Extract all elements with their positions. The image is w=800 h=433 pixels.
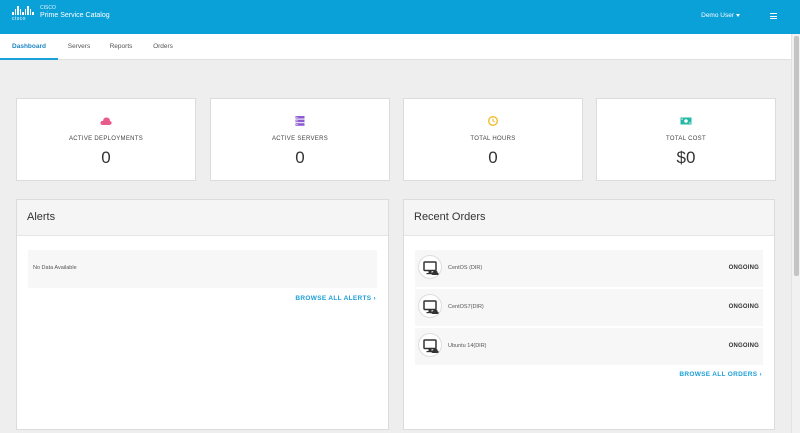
tab-servers[interactable]: Servers (60, 34, 98, 60)
hamburger-menu-icon[interactable] (770, 13, 777, 19)
clock-icon (488, 116, 498, 126)
cisco-bars-icon (12, 6, 34, 15)
order-row[interactable]: CentOS (DIR) ONGOING (415, 250, 763, 287)
browse-all-alerts-link[interactable]: BROWSE ALL ALERTS › (295, 295, 376, 302)
order-row[interactable]: Ubuntu 14(DIR) ONGOING (415, 328, 763, 365)
brand-title: Prime Service Catalog (40, 12, 110, 19)
tab-dashboard[interactable]: Dashboard (0, 34, 58, 60)
order-name: CentOS (DIR) (448, 265, 483, 271)
user-name: Demo User (701, 12, 734, 19)
order-status: ONGOING (728, 304, 759, 310)
alerts-title: Alerts (27, 211, 56, 223)
stat-label: TOTAL COST (666, 136, 706, 142)
logo-word: cisco (12, 16, 26, 22)
cisco-logo[interactable]: cisco (12, 6, 34, 22)
recent-orders-panel: Recent Orders CentOS (DIR) ONGOING CentO… (403, 199, 775, 430)
no-data-text: No Data Available (33, 265, 77, 271)
nav-tabs: Dashboard Servers Reports Orders (0, 34, 800, 60)
order-name: Ubuntu 14(DIR) (448, 343, 487, 349)
top-header: cisco CISCO Prime Service Catalog Demo U… (0, 0, 800, 34)
stat-card-deployments: ACTIVE DEPLOYMENTS 0 (16, 98, 196, 181)
caret-down-icon (736, 14, 740, 17)
browse-alerts-label: BROWSE ALL ALERTS (295, 295, 372, 302)
orders-header: Recent Orders (404, 200, 774, 236)
browse-all-orders-link[interactable]: BROWSE ALL ORDERS › (679, 371, 762, 378)
order-status: ONGOING (728, 265, 759, 271)
stat-value: 0 (295, 148, 305, 167)
stat-value: $0 (676, 148, 696, 167)
order-name: CentOS7(DIR) (448, 304, 484, 310)
browse-orders-label: BROWSE ALL ORDERS (679, 371, 758, 378)
orders-title: Recent Orders (414, 211, 486, 223)
stat-card-hours: TOTAL HOURS 0 (403, 98, 583, 181)
brand: CISCO Prime Service Catalog (40, 5, 110, 21)
stat-value: 0 (101, 148, 111, 167)
stat-card-cost: TOTAL COST $0 (596, 98, 776, 181)
desktop-cloud-icon (418, 333, 442, 357)
alerts-panel: Alerts No Data Available BROWSE ALL ALER… (16, 199, 389, 430)
desktop-cloud-icon (418, 255, 442, 279)
stat-label: ACTIVE DEPLOYMENTS (68, 136, 144, 142)
server-stack-icon (295, 116, 305, 126)
stat-card-servers: ACTIVE SERVERS 0 (210, 98, 390, 181)
alerts-empty-state: No Data Available (28, 250, 377, 288)
chevron-right-icon: › (373, 295, 376, 302)
stat-value: 0 (488, 148, 498, 167)
stat-label: TOTAL HOURS (470, 136, 516, 142)
cloud-icon (100, 117, 112, 125)
desktop-cloud-icon (418, 294, 442, 318)
order-status: ONGOING (728, 343, 759, 349)
tab-reports[interactable]: Reports (102, 34, 140, 60)
scrollbar-thumb[interactable] (794, 36, 799, 276)
user-menu[interactable]: Demo User (701, 12, 740, 19)
alerts-header: Alerts (17, 200, 388, 236)
chevron-right-icon: › (759, 371, 762, 378)
money-icon (680, 117, 692, 125)
brand-small: CISCO (40, 5, 56, 11)
stat-label: ACTIVE SERVERS (271, 136, 329, 142)
order-row[interactable]: CentOS7(DIR) ONGOING (415, 289, 763, 326)
page-scrollbar[interactable] (791, 34, 800, 433)
tab-orders[interactable]: Orders (146, 34, 180, 60)
